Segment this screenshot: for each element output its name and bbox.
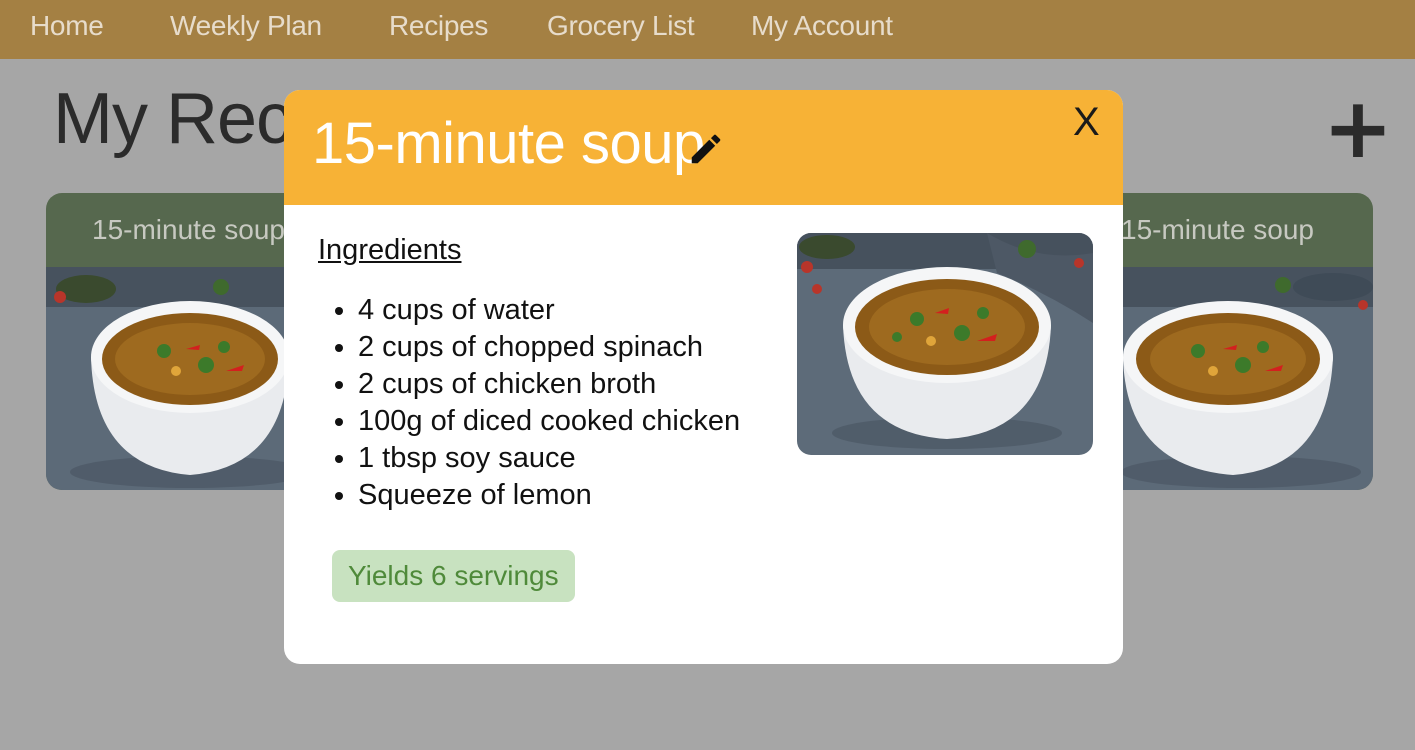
ingredient-item: Squeeze of lemon (358, 477, 740, 514)
recipe-modal: 15-minute soup X Ingredients 4 cups of w… (284, 90, 1123, 664)
nav-item-weekly-plan[interactable]: Weekly Plan (170, 10, 322, 42)
ingredient-item: 4 cups of water (358, 292, 740, 329)
nav-item-grocery-list[interactable]: Grocery List (547, 10, 695, 42)
top-nav: Home Weekly Plan Recipes Grocery List My… (0, 0, 1415, 59)
close-button[interactable]: X (1073, 100, 1100, 145)
modal-title: 15-minute soup (312, 111, 705, 176)
soup-bowl-image (797, 233, 1093, 455)
ingredient-item: 100g of diced cooked chicken (358, 403, 740, 440)
nav-item-home[interactable]: Home (30, 10, 104, 42)
ingredient-item: 1 tbsp soy sauce (358, 440, 740, 477)
nav-item-recipes[interactable]: Recipes (389, 10, 488, 42)
pencil-icon[interactable] (687, 130, 725, 168)
add-recipe-button[interactable]: + (1322, 86, 1394, 170)
yield-badge: Yields 6 servings (332, 550, 575, 602)
ingredient-item: 2 cups of chopped spinach (358, 329, 740, 366)
modal-header: 15-minute soup X (284, 90, 1123, 205)
ingredient-item: 2 cups of chicken broth (358, 366, 740, 403)
nav-item-my-account[interactable]: My Account (751, 10, 893, 42)
ingredients-heading: Ingredients (318, 234, 462, 266)
ingredients-list: 4 cups of water 2 cups of chopped spinac… (358, 292, 740, 514)
